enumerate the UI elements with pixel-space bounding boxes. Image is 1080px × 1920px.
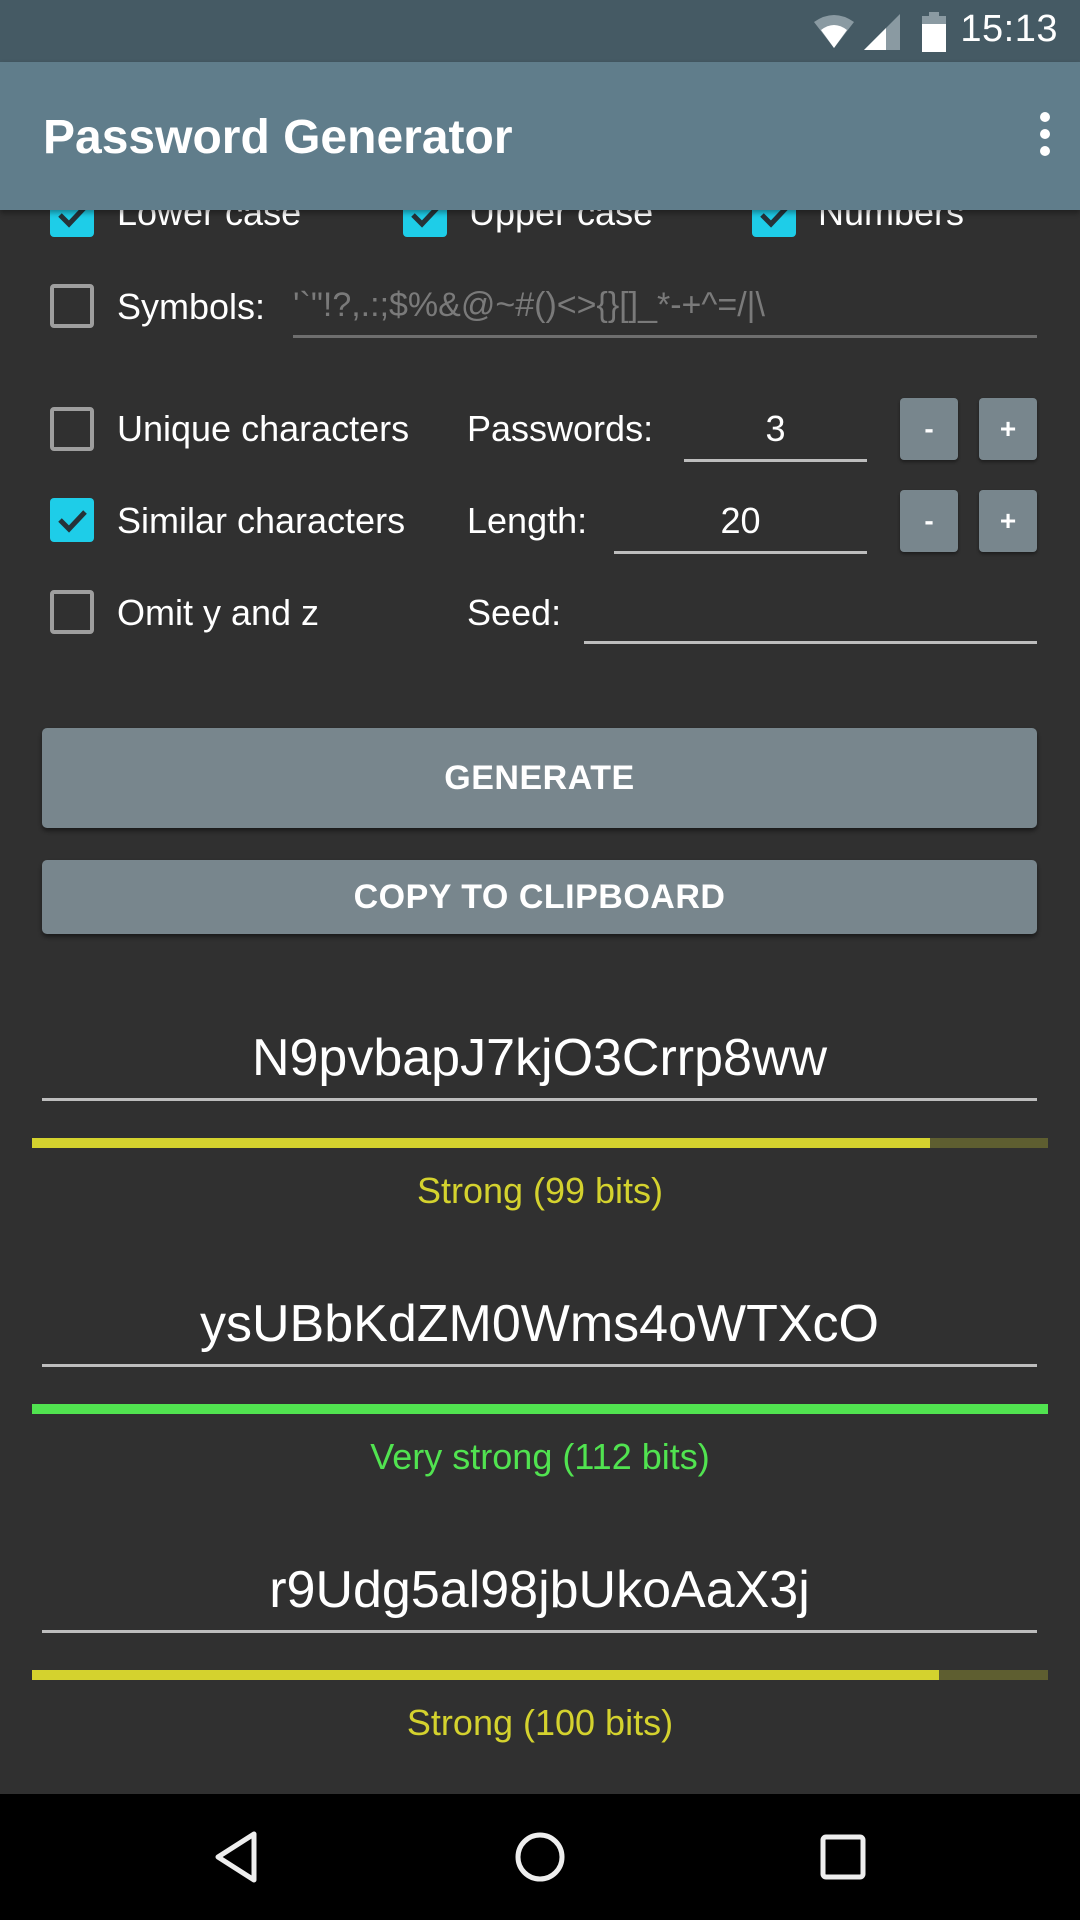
home-button[interactable] (500, 1822, 580, 1892)
passwords-count-input[interactable]: 3 (684, 400, 867, 462)
strength-bar (32, 1404, 1048, 1414)
symbols-label: Symbols: (117, 286, 266, 327)
recents-button[interactable] (803, 1822, 883, 1892)
check-icon (58, 510, 87, 533)
password-underline (42, 1364, 1037, 1367)
password-underline (42, 1630, 1037, 1633)
generate-button[interactable]: GENERATE (42, 728, 1037, 828)
length-decrement-button[interactable]: - (900, 490, 958, 552)
omit-y-z-checkbox[interactable] (50, 590, 94, 634)
wifi-icon (814, 15, 854, 48)
length-increment-button[interactable]: + (979, 490, 1037, 552)
strength-bar-fill (32, 1404, 1048, 1414)
symbols-placeholder: '`"!?,.:;$%&@~#()<>{}[]_*-+^=/|\ (293, 286, 765, 324)
status-bar: 15:13 (0, 0, 1080, 62)
seed-label: Seed: (467, 592, 562, 633)
symbols-checkbox[interactable] (50, 284, 94, 328)
strength-label: Strong (100 bits) (406, 1702, 674, 1743)
seed-input[interactable] (584, 582, 1037, 644)
app-title: Password Generator (43, 111, 513, 164)
seed-value (584, 582, 1037, 590)
strength-label: Very strong (112 bits) (370, 1436, 710, 1477)
strength-bar (32, 1138, 1048, 1148)
strength-label: Strong (99 bits) (416, 1170, 664, 1211)
similar-characters-checkbox[interactable] (50, 498, 94, 542)
app-bar: Password Generator (0, 62, 1080, 210)
battery-icon (922, 12, 946, 52)
navigation-bar (0, 1794, 1080, 1920)
home-icon (515, 1832, 565, 1882)
password-output[interactable]: N9pvbapJ7kjO3Crrp8ww (42, 1028, 1037, 1088)
unique-characters-label: Unique characters (117, 408, 410, 449)
password-output[interactable]: r9Udg5al98jbUkoAaX3j (42, 1560, 1037, 1620)
length-label: Length: (467, 500, 588, 541)
passwords-decrement-button[interactable]: - (900, 398, 958, 460)
length-value: 20 (720, 500, 761, 541)
symbols-input[interactable]: '`"!?,.:;$%&@~#()<>{}[]_*-+^=/|\ (293, 280, 1037, 338)
strength-bar (32, 1670, 1048, 1680)
password-output[interactable]: ysUBbKdZM0Wms4oWTXcO (42, 1294, 1037, 1354)
back-button[interactable] (196, 1822, 276, 1892)
recents-icon (820, 1834, 866, 1880)
password-underline (42, 1098, 1037, 1101)
passwords-count-value: 3 (765, 408, 786, 449)
strength-bar-fill (32, 1138, 931, 1148)
more-vert-icon[interactable] (1038, 112, 1052, 156)
passwords-label: Passwords: (467, 408, 654, 449)
omit-y-z-label: Omit y and z (117, 592, 320, 633)
strength-bar-fill (32, 1670, 940, 1680)
back-icon (215, 1831, 257, 1883)
cell-signal-icon (864, 14, 900, 50)
length-input[interactable]: 20 (614, 492, 867, 554)
copy-to-clipboard-button[interactable]: COPY TO CLIPBOARD (42, 860, 1037, 934)
passwords-increment-button[interactable]: + (979, 398, 1037, 460)
similar-characters-label: Similar characters (117, 500, 406, 541)
unique-characters-checkbox[interactable] (50, 407, 94, 451)
clock: 15:13 (960, 8, 1058, 50)
